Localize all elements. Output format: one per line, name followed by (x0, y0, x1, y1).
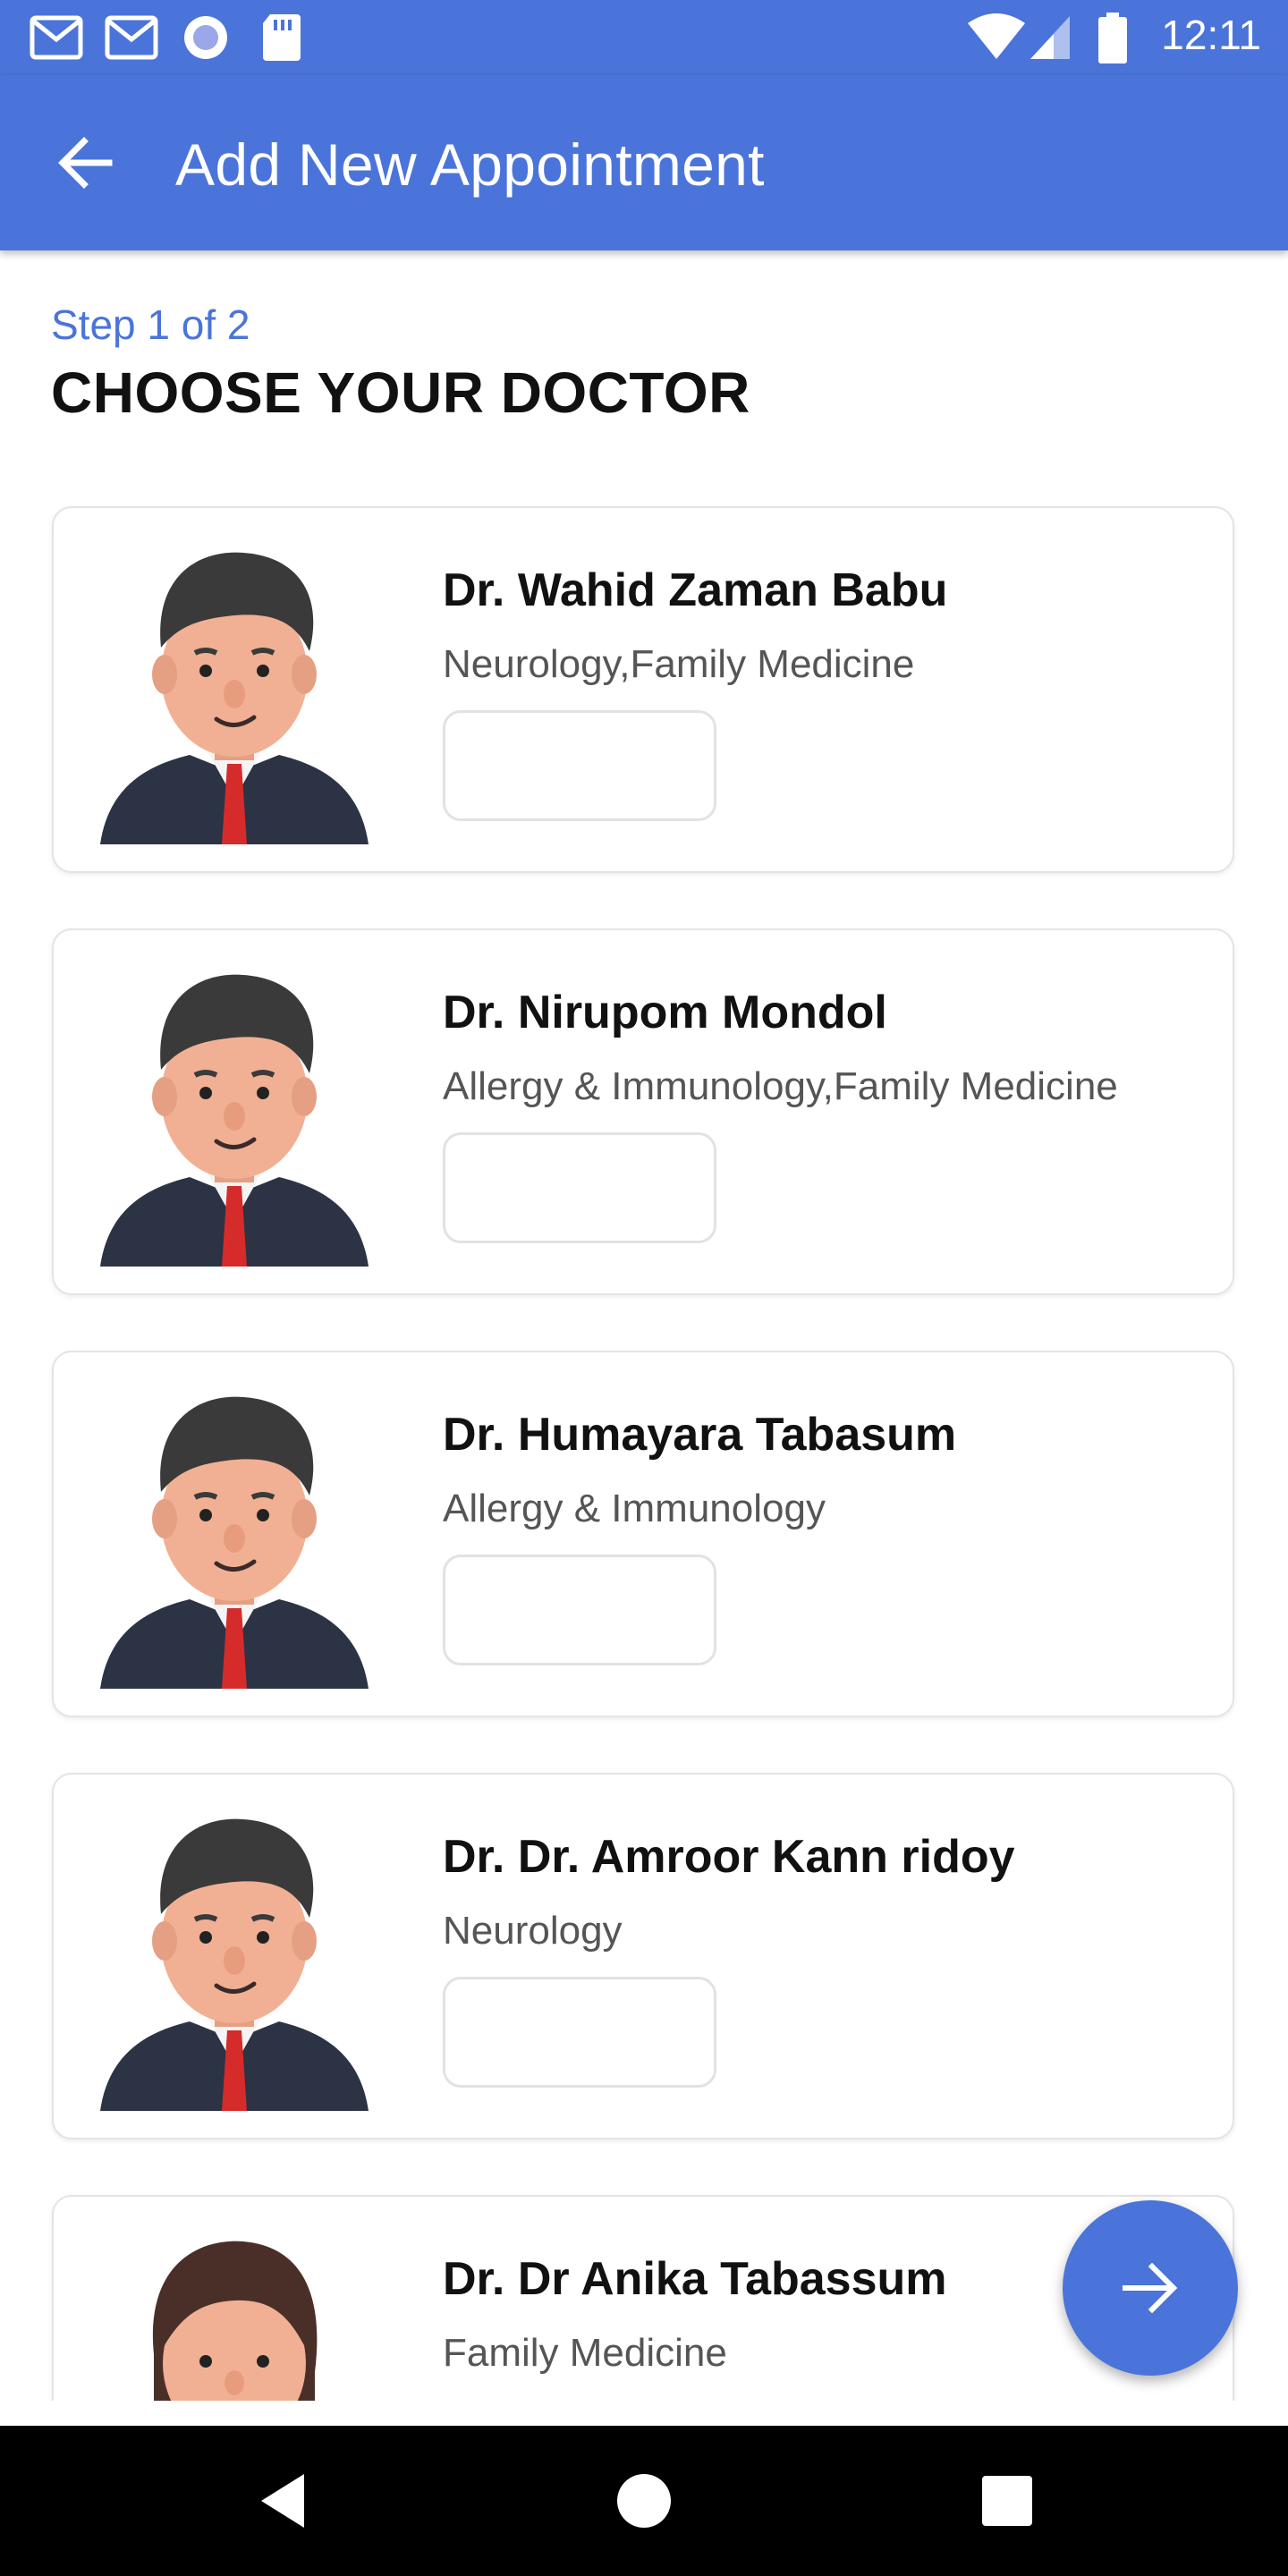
wifi-icon (968, 13, 1025, 59)
doctor-specialty: Neurology (443, 1909, 623, 1953)
doctor-name: Dr. Dr Anika Tabassum (443, 2253, 947, 2305)
status-bar: 12:11 (0, 0, 1288, 75)
main-content[interactable]: Step 1 of 2 CHOOSE YOUR DOCTOR Dr. Wahid… (0, 250, 1288, 2401)
doctor-card[interactable]: Dr. Wahid Zaman Babu Neurology,Family Med… (52, 506, 1234, 873)
recents-square-icon[interactable] (971, 2465, 1043, 2537)
circle-notification-icon (184, 16, 227, 59)
arrow-left-icon[interactable] (50, 127, 122, 199)
arrow-right-icon (1123, 2262, 1178, 2314)
doctor-info-box (443, 710, 716, 821)
doctor-avatar (152, 2241, 318, 2401)
doctor-name: Dr. Humayara Tabasum (443, 1409, 957, 1461)
doctor-card[interactable]: Dr. Dr Anika Tabassum Family Medicine (52, 2195, 1234, 2401)
next-step-button[interactable] (1063, 2200, 1238, 2376)
doctor-avatar (100, 552, 369, 844)
step-indicator: Step 1 of 2 (51, 301, 250, 348)
home-circle-icon[interactable] (608, 2465, 680, 2537)
doctor-card[interactable]: Dr. Dr. Amroor Kann ridoy Neurology (52, 1773, 1234, 2140)
gmail-icon (105, 15, 158, 60)
signal-icon (1030, 16, 1070, 59)
doctor-info-box (443, 1555, 716, 1665)
doctor-avatar (100, 1396, 369, 1689)
doctor-info-box (443, 1132, 716, 1243)
doctor-specialty: Allergy & Immunology,Family Medicine (443, 1064, 1118, 1108)
doctor-card[interactable]: Dr. Humayara Tabasum Allergy & Immunology (52, 1351, 1234, 1717)
gmail-icon (30, 15, 83, 60)
doctor-name: Dr. Wahid Zaman Babu (443, 564, 948, 616)
doctor-specialty: Family Medicine (443, 2331, 727, 2375)
app-bar: Add New Appointment (0, 75, 1288, 250)
status-time: 12:11 (1161, 12, 1261, 58)
doctor-specialty: Allergy & Immunology (443, 1487, 826, 1530)
doctor-name: Dr. Nirupom Mondol (443, 987, 887, 1038)
doctor-avatar (100, 974, 369, 1267)
doctor-specialty: Neurology,Family Medicine (443, 642, 915, 686)
back-triangle-icon[interactable] (249, 2465, 320, 2537)
doctor-avatar (100, 1818, 369, 2111)
system-nav-bar (0, 2426, 1288, 2576)
page-title: Add New Appointment (175, 131, 765, 198)
section-title: CHOOSE YOUR DOCTOR (51, 360, 750, 425)
battery-icon (1098, 13, 1127, 64)
sd-card-icon (263, 14, 301, 61)
doctor-card[interactable]: Dr. Nirupom Mondol Allergy & Immunology,F… (52, 928, 1234, 1295)
doctor-name: Dr. Dr. Amroor Kann ridoy (443, 1831, 1015, 1883)
doctor-info-box (443, 1977, 716, 2088)
